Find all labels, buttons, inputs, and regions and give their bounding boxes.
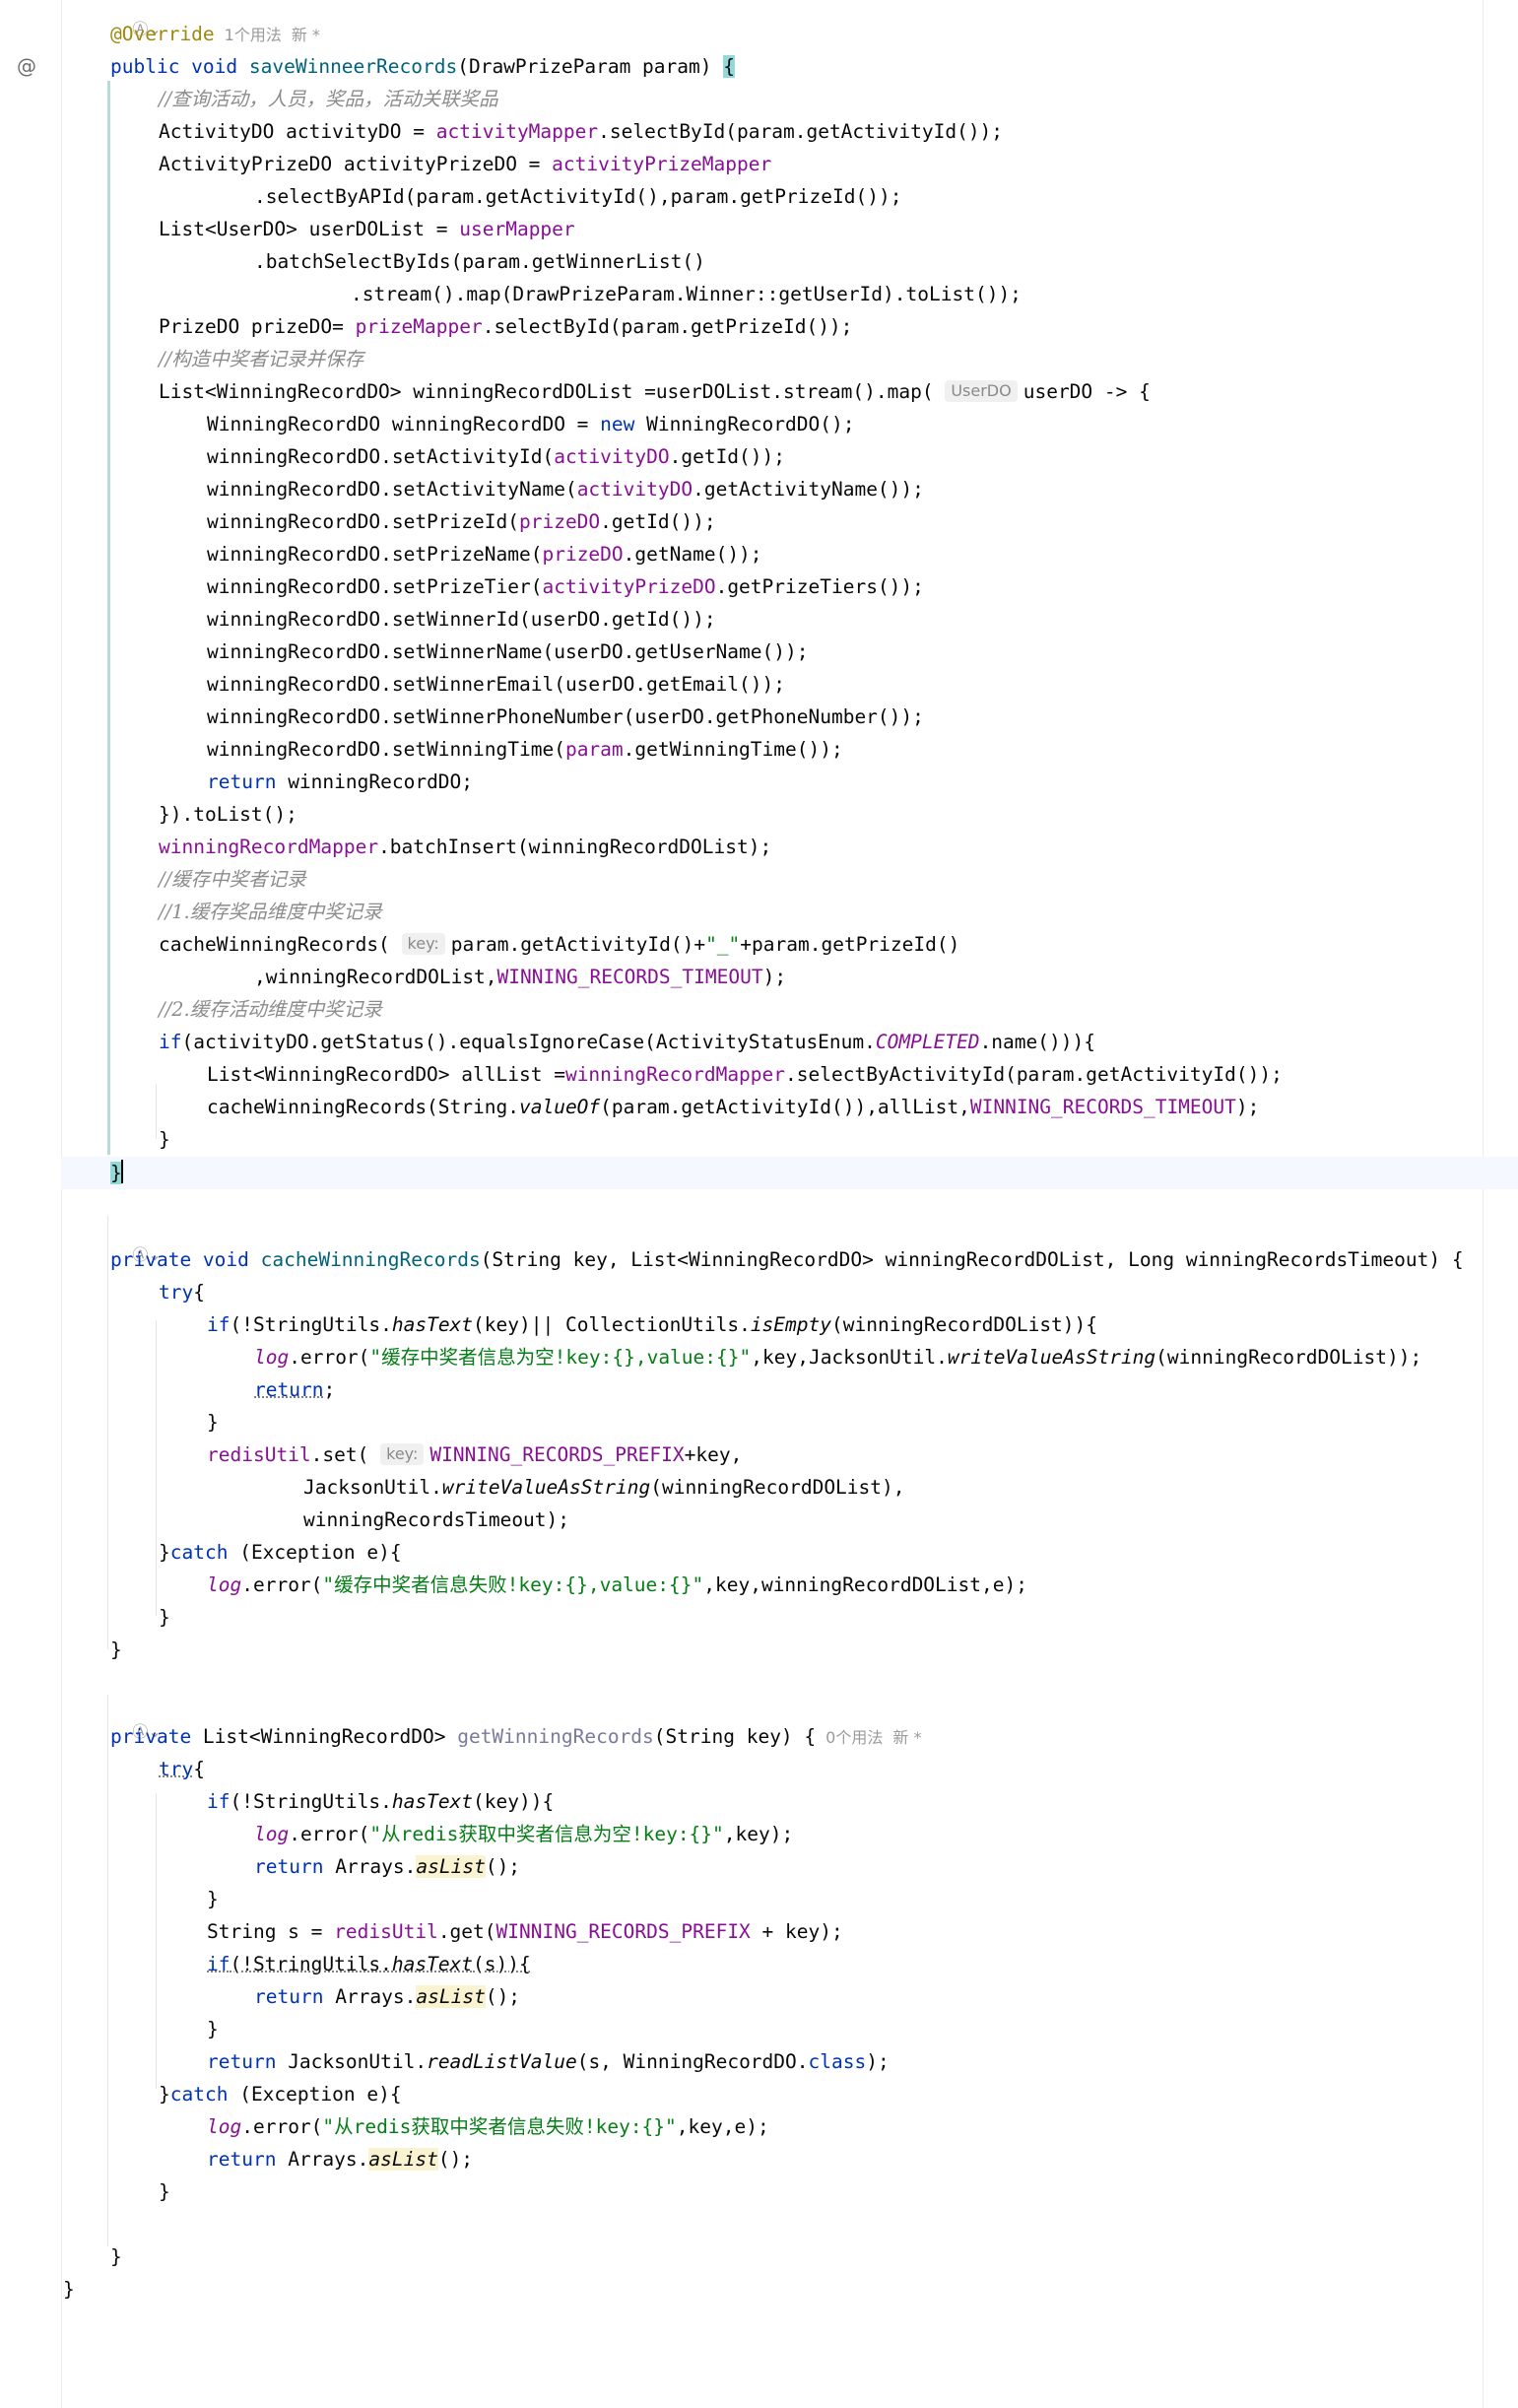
code-line: ActivityPrizeDO activityPrizeDO = activi… (159, 153, 772, 175)
code-line: } (207, 1888, 219, 1910)
code-line: } (63, 2278, 75, 2301)
code-line: redisUtil.set( key: WINNING_RECORDS_PREFI… (207, 1443, 743, 1466)
code-line: ActivityDO activityDO = activityMapper.s… (159, 120, 1004, 143)
code-comment: //2.缓存活动维度中奖记录 (159, 998, 382, 1021)
indent-guide (156, 1793, 157, 2089)
code-editor[interactable]: Ⓐ⌄ @Override 1个用法新 * public void saveWinn… (61, 0, 1518, 2408)
code-line: return; (254, 1378, 336, 1401)
code-line: } (159, 1606, 170, 1629)
vcs-change-marker[interactable] (107, 81, 110, 1155)
code-line: winningRecordDO.setActivityName(activity… (207, 478, 924, 501)
code-line: ,winningRecordDOList,WINNING_RECORDS_TIM… (254, 966, 787, 988)
code-line: }).toList(); (159, 803, 297, 826)
code-line: @Override 1个用法新 * (110, 18, 320, 50)
indent-guide (107, 1216, 108, 1649)
usage-count[interactable]: 1个用法 (225, 26, 282, 44)
code-line: private void cacheWinningRecords(String … (110, 1248, 1464, 1271)
code-line: return Arrays.asList(); (254, 1855, 521, 1878)
code-line: } (110, 2245, 122, 2268)
override-annotation: @Override (110, 23, 215, 45)
implements-method-icon[interactable]: @ (14, 53, 39, 79)
usage-count[interactable]: 0个用法 (825, 1728, 883, 1747)
code-comment: //1.缓存奖品维度中奖记录 (159, 901, 382, 923)
new-author-hint[interactable]: 新 * (292, 26, 320, 44)
indent-guide (156, 1084, 157, 1139)
parameter-name-hint[interactable]: key: (401, 933, 445, 955)
code-line: log.error("从redis获取中奖者信息失败!key:{}",key,e… (207, 2115, 769, 2138)
code-line: WinningRecordDO winningRecordDO = new Wi… (207, 413, 855, 435)
editor-gutter (0, 0, 61, 2408)
code-line: return Arrays.asList(); (254, 1985, 521, 2008)
code-line: } (207, 2018, 219, 2040)
parameter-name-hint[interactable]: key: (380, 1443, 425, 1465)
code-line: if(!StringUtils.hasText(key)){ (207, 1790, 555, 1813)
code-line: if(!StringUtils.hasText(s)){ (207, 1953, 531, 1975)
code-vision-row: Ⓐ⌄ (112, 1697, 161, 1741)
code-line: .batchSelectByIds(param.getWinnerList() (254, 250, 705, 273)
code-line: } (110, 1157, 123, 1189)
code-line: winningRecordDO.setPrizeTier(activityPri… (207, 575, 924, 598)
parameter-type-hint[interactable]: UserDO (945, 380, 1018, 402)
code-line: List<WinningRecordDO> allList =winningRe… (207, 1063, 1283, 1086)
code-line: winningRecordDO.setPrizeName(prizeDO.get… (207, 543, 762, 566)
code-line: winningRecordDO.setWinnerName(userDO.get… (207, 640, 809, 663)
code-line: String s = redisUtil.get(WINNING_RECORDS… (207, 1920, 843, 1943)
code-line: .stream().map(DrawPrizeParam.Winner::get… (351, 283, 1022, 305)
indent-guide (156, 1320, 157, 1616)
code-line: winningRecordsTimeout); (303, 1508, 570, 1531)
indent-guide (107, 1695, 108, 2246)
code-comment: //查询活动，人员，奖品，活动关联奖品 (159, 88, 498, 110)
code-line: }catch (Exception e){ (159, 1541, 402, 1564)
code-line: winningRecordDO.setActivityId(activityDO… (207, 445, 786, 468)
code-line: .selectByAPId(param.getActivityId(),para… (254, 185, 902, 208)
code-line: winningRecordDO.setWinningTime(param.get… (207, 738, 843, 761)
code-line: log.error("缓存中奖者信息为空!key:{},value:{}",ke… (254, 1346, 1422, 1369)
right-margin-guide (1483, 0, 1484, 2408)
code-line: if(!StringUtils.hasText(key)|| Collectio… (207, 1313, 1098, 1336)
code-line: List<UserDO> userDOList = userMapper (159, 218, 575, 240)
code-line: private List<WinningRecordDO> getWinning… (110, 1725, 922, 1748)
code-line: return winningRecordDO; (207, 770, 474, 793)
code-vision-row: Ⓐ⌄ (112, 0, 161, 38)
code-line: log.error("缓存中奖者信息失败!key:{},value:{}",ke… (207, 1573, 1027, 1596)
code-comment: //缓存中奖者记录 (159, 868, 306, 891)
code-line: PrizeDO prizeDO= prizeMapper.selectById(… (159, 315, 853, 338)
code-line: cacheWinningRecords( key: param.getActivi… (159, 933, 960, 956)
code-line: } (159, 1128, 170, 1151)
code-line: winningRecordDO.setWinnerEmail(userDO.ge… (207, 673, 785, 696)
code-line: winningRecordDO.setPrizeId(prizeDO.getId… (207, 510, 716, 533)
code-line: if(activityDO.getStatus().equalsIgnoreCa… (159, 1031, 1095, 1053)
code-line: }catch (Exception e){ (159, 2083, 402, 2106)
code-line: try{ (159, 1281, 205, 1304)
code-line: return JacksonUtil.readListValue(s, Winn… (207, 2050, 890, 2073)
code-line: } (110, 1639, 122, 1661)
code-line: cacheWinningRecords(String.valueOf(param… (207, 1096, 1260, 1118)
text-cursor (120, 1160, 123, 1183)
new-author-hint[interactable]: 新 * (892, 1728, 921, 1747)
code-line: } (207, 1411, 219, 1434)
code-line: try{ (159, 1758, 205, 1780)
code-line: } (159, 2180, 170, 2203)
code-line: winningRecordDO.setWinnerPhoneNumber(use… (207, 705, 924, 728)
code-line: public void saveWinneerRecords(DrawPrize… (110, 55, 735, 78)
code-line: List<WinningRecordDO> winningRecordDOLis… (159, 380, 1151, 403)
code-line: return Arrays.asList(); (207, 2148, 474, 2171)
code-line: winningRecordMapper.batchInsert(winningR… (159, 836, 772, 858)
current-line-highlight (61, 1157, 1518, 1189)
code-line: log.error("从redis获取中奖者信息为空!key:{}",key); (254, 1823, 794, 1845)
code-vision-row: Ⓐ⌄ (112, 1220, 161, 1264)
code-comment: //构造中奖者记录并保存 (159, 348, 364, 370)
code-line: JacksonUtil.writeValueAsString(winningRe… (303, 1476, 905, 1499)
code-line: winningRecordDO.setWinnerId(userDO.getId… (207, 608, 716, 631)
